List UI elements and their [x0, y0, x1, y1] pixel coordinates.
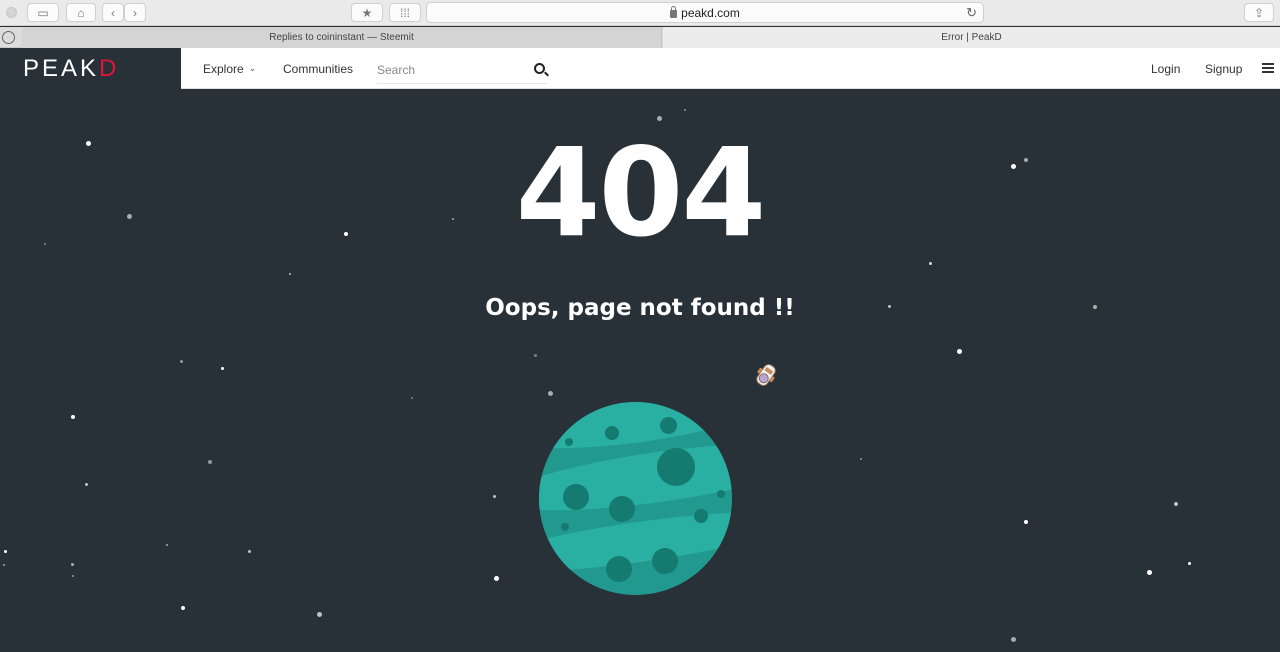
site-header: PEAKD Explore ⌄ Communities Login Signup	[0, 48, 1280, 89]
nav-explore[interactable]: Explore ⌄	[203, 48, 256, 89]
star	[1188, 562, 1191, 565]
nav-communities-label: Communities	[283, 61, 354, 76]
astronaut-icon	[756, 364, 776, 386]
star	[4, 550, 7, 553]
tab-title: Replies to coininstant — Steemit	[269, 32, 414, 43]
star	[493, 495, 496, 498]
star	[860, 458, 862, 460]
grid-icon: ⁞⁞⁞	[399, 5, 410, 20]
error-code: 404	[515, 122, 767, 264]
error-message: Oops, page not found !!	[485, 295, 795, 321]
address-bar[interactable]: peakd.com ↻	[426, 2, 984, 23]
star	[248, 550, 251, 553]
star	[166, 544, 168, 546]
signup-label: Signup	[1205, 61, 1243, 76]
star	[684, 109, 686, 111]
login-link[interactable]: Login	[1151, 48, 1180, 89]
star	[180, 360, 183, 363]
bookmark-icon: ★	[361, 5, 373, 20]
window-control[interactable]	[6, 7, 17, 18]
search-icon[interactable]	[534, 63, 545, 74]
sidebar-icon: ▭	[37, 5, 49, 20]
logo-link[interactable]: PEAKD	[0, 48, 181, 89]
star	[411, 397, 413, 399]
menu-icon[interactable]	[1262, 63, 1274, 73]
nav-explore-label: Explore	[203, 61, 244, 76]
peakd-logo: PEAKD	[23, 54, 120, 82]
star	[657, 116, 662, 121]
back-icon: ‹	[111, 5, 115, 20]
star	[534, 354, 537, 357]
share-icon: ⇪	[1253, 5, 1265, 20]
star	[957, 349, 962, 354]
star	[221, 367, 224, 370]
star	[72, 575, 74, 577]
back-button[interactable]: ‹	[102, 3, 124, 22]
star	[929, 262, 932, 265]
tab-title: Error | PeakD	[941, 32, 1002, 43]
compass-icon	[2, 31, 15, 44]
login-label: Login	[1151, 61, 1181, 76]
browser-toolbar: ▭ ⌂ ‹ › ★ ⁞⁞⁞ peakd.com ↻ ⇪	[0, 0, 1280, 26]
star	[71, 415, 75, 419]
lock-icon	[670, 5, 678, 18]
tab-peakd[interactable]: Error | PeakD	[663, 27, 1280, 48]
star	[494, 576, 499, 581]
star	[208, 460, 212, 464]
star	[548, 391, 553, 396]
star	[1147, 570, 1152, 575]
forward-button[interactable]: ›	[124, 3, 146, 22]
star	[1024, 520, 1028, 524]
reload-icon[interactable]: ↻	[966, 5, 977, 21]
address-text: peakd.com	[681, 5, 740, 20]
search-input[interactable]	[377, 62, 527, 77]
search-box	[377, 56, 547, 84]
star	[1011, 637, 1016, 642]
top-sites-button[interactable]: ⁞⁞⁞	[389, 3, 421, 22]
tab-steemit[interactable]: Replies to coininstant — Steemit	[22, 27, 662, 48]
star	[71, 563, 74, 566]
sidebar-toggle-button[interactable]: ▭	[27, 3, 59, 22]
star	[317, 612, 322, 617]
star	[85, 483, 88, 486]
tab-bar: Replies to coininstant — Steemit Error |…	[0, 27, 1280, 48]
planet-illustration	[539, 402, 732, 595]
forward-icon: ›	[133, 5, 137, 20]
bookmarks-button[interactable]: ★	[351, 3, 383, 22]
home-icon: ⌂	[77, 5, 85, 20]
signup-link[interactable]: Signup	[1205, 48, 1242, 89]
chevron-down-icon: ⌄	[248, 63, 257, 73]
nav-communities[interactable]: Communities	[283, 48, 353, 89]
star	[1174, 502, 1178, 506]
star	[181, 606, 185, 610]
error-page: 404 Oops, page not found !!	[0, 89, 1280, 652]
star	[3, 564, 5, 566]
share-button[interactable]: ⇪	[1244, 3, 1274, 22]
star	[289, 273, 291, 275]
home-button[interactable]: ⌂	[66, 3, 96, 22]
